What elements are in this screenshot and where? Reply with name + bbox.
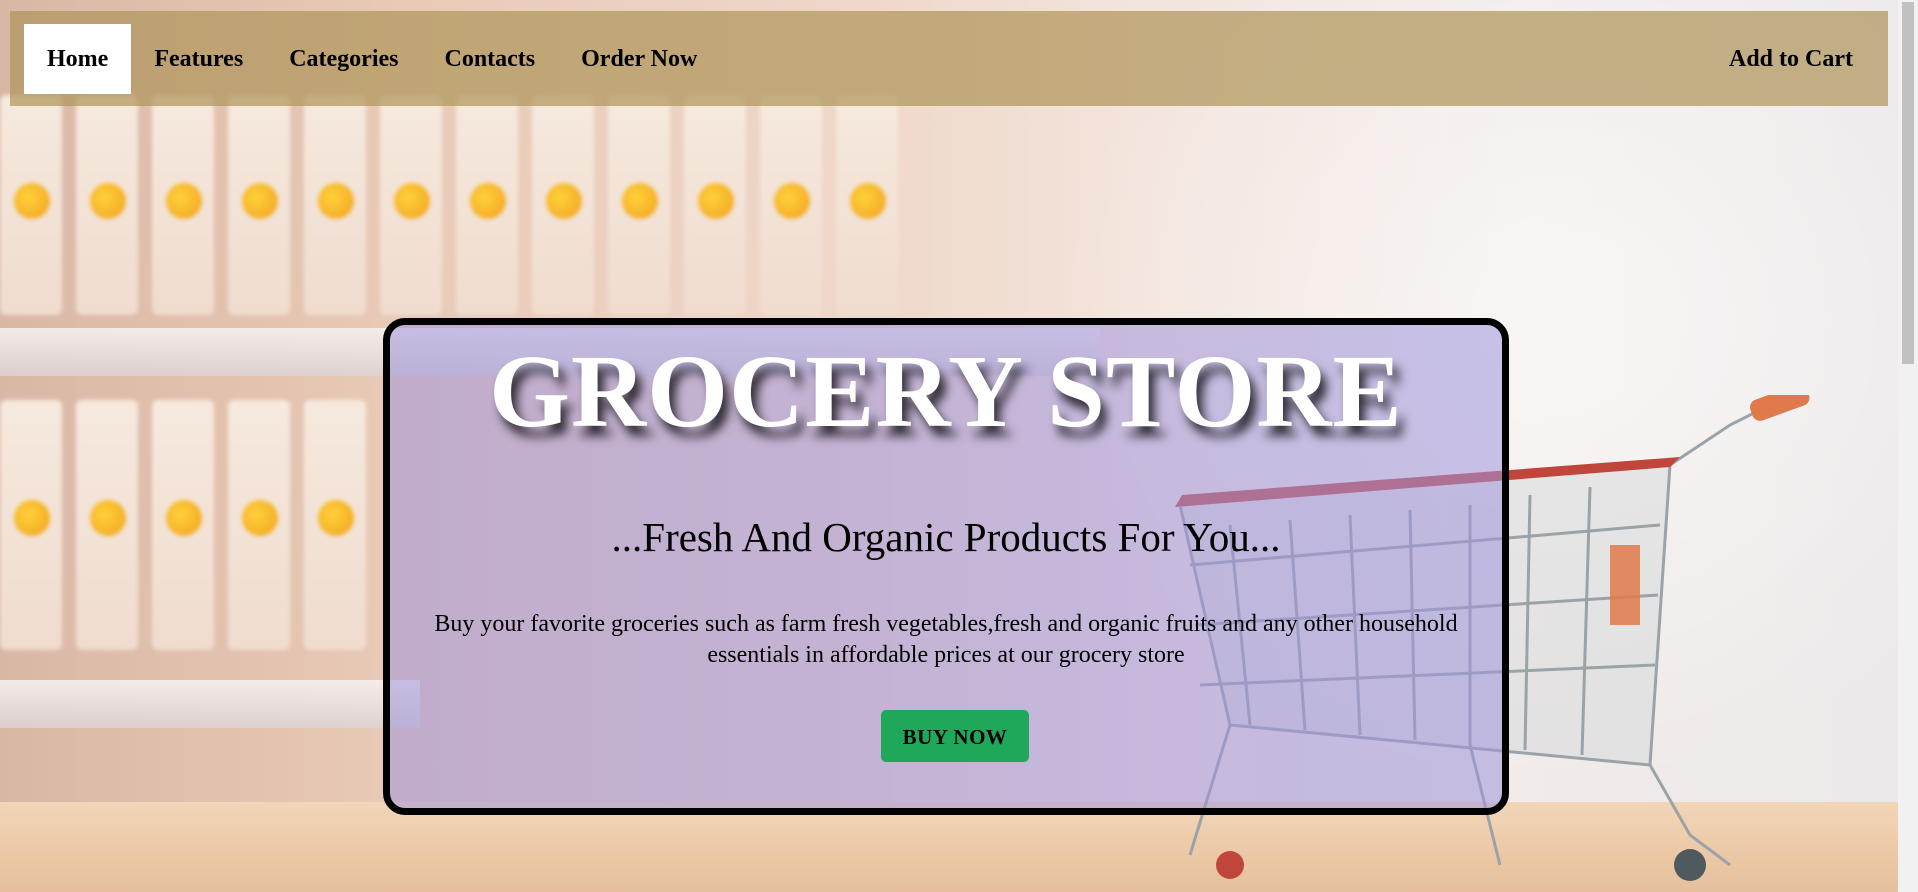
product <box>760 95 822 315</box>
product <box>304 400 366 650</box>
nav-item-order-now[interactable]: Order Now <box>558 24 720 94</box>
product <box>456 95 518 315</box>
shelf-products-top <box>0 95 898 315</box>
product <box>380 95 442 315</box>
product <box>304 95 366 315</box>
page: Home Features Categories Contacts Order … <box>0 0 1918 892</box>
product <box>228 95 290 315</box>
hero-title: GROCERY STORE <box>489 334 1403 449</box>
product <box>836 95 898 315</box>
hero-subtitle: ...Fresh And Organic Products For You... <box>611 514 1281 560</box>
product <box>152 400 214 650</box>
shelf-products-middle <box>0 400 366 650</box>
product <box>76 400 138 650</box>
product <box>0 400 62 650</box>
product <box>0 95 62 315</box>
product <box>608 95 670 315</box>
scrollbar-thumb[interactable] <box>1902 2 1914 364</box>
nav-item-home[interactable]: Home <box>24 23 132 94</box>
product <box>684 95 746 315</box>
product <box>532 95 594 315</box>
navbar: Home Features Categories Contacts Order … <box>10 11 1888 106</box>
add-to-cart-link[interactable]: Add to Cart <box>1706 24 1876 94</box>
hero-description: Buy your favorite groceries such as farm… <box>434 611 1458 668</box>
nav-item-contacts[interactable]: Contacts <box>421 24 558 94</box>
shelf <box>0 680 420 728</box>
product <box>228 400 290 650</box>
nav-item-categories[interactable]: Categories <box>266 24 421 94</box>
vertical-scrollbar[interactable] <box>1898 0 1918 892</box>
product <box>76 95 138 315</box>
nav-item-features[interactable]: Features <box>131 24 266 94</box>
product <box>152 95 214 315</box>
buy-now-button[interactable]: BUY NOW <box>881 710 1029 762</box>
hero-card: GROCERY STORE ...Fresh And Organic Produ… <box>383 318 1509 815</box>
